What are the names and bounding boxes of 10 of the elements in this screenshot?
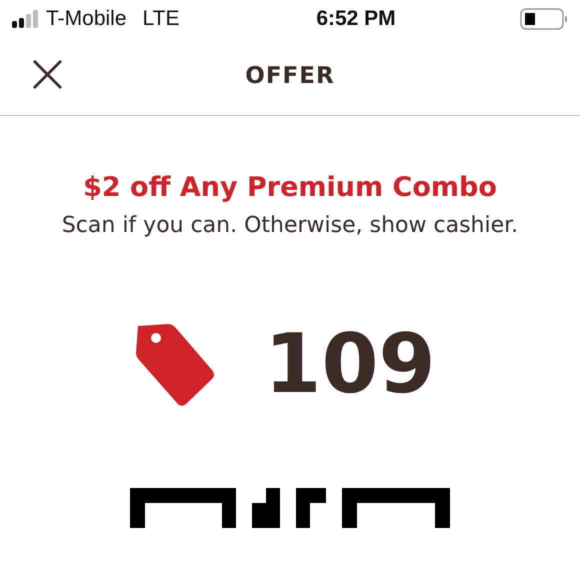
offer-instructions: Scan if you can. Otherwise, show cashier. xyxy=(62,212,518,238)
carrier-name: T-Mobile xyxy=(46,6,127,32)
network-type: LTE xyxy=(142,6,180,32)
tag-icon xyxy=(134,322,216,408)
close-button[interactable]: × xyxy=(24,46,64,108)
page-title: OFFER xyxy=(245,63,335,90)
battery-icon xyxy=(520,8,568,30)
offer-title: $2 off Any Premium Combo xyxy=(83,172,497,203)
status-time: 6:52 PM xyxy=(316,7,396,30)
offer-code: 109 xyxy=(264,324,436,406)
